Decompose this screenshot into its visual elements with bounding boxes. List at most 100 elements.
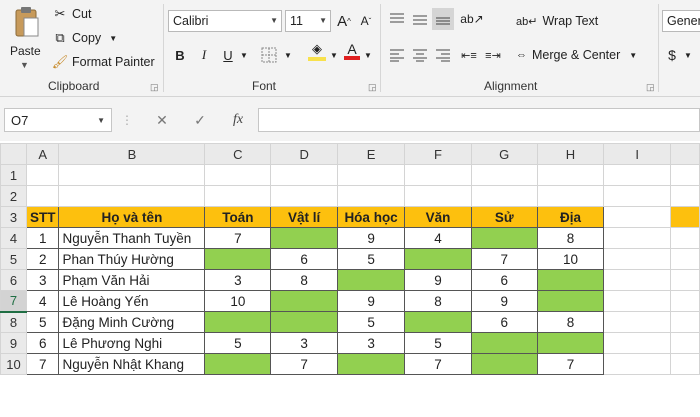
italic-button[interactable]: I	[194, 44, 214, 66]
score-cell[interactable]: 8	[536, 311, 605, 333]
row-header[interactable]: 5	[0, 248, 27, 270]
header-cell-stt[interactable]: STT	[25, 206, 60, 228]
cell[interactable]	[337, 164, 406, 186]
cell[interactable]	[670, 164, 700, 186]
score-cell[interactable]: 8	[536, 227, 605, 249]
score-cell[interactable]: 8	[270, 269, 339, 291]
fill-color-button[interactable]: ◈	[306, 40, 328, 62]
name-cell[interactable]: Nguyễn Nhật Khang	[58, 353, 206, 375]
header-cell-literature[interactable]: Văn	[404, 206, 472, 228]
header-cell-physics[interactable]: Vật lí	[270, 206, 339, 228]
orientation-button[interactable]: ab↗	[458, 8, 486, 30]
score-cell[interactable]: 5	[337, 311, 406, 333]
name-box[interactable]: O7 ▼	[4, 108, 112, 132]
score-cell[interactable]	[337, 353, 406, 375]
cell[interactable]	[270, 164, 339, 186]
column-header-extra[interactable]	[670, 143, 700, 165]
middle-align-button[interactable]	[409, 8, 431, 30]
font-name-combo[interactable]: Calibri ▼	[168, 10, 282, 32]
cell[interactable]	[603, 311, 672, 333]
cell[interactable]	[204, 164, 272, 186]
score-cell[interactable]	[270, 227, 339, 249]
cell[interactable]	[25, 185, 60, 207]
merge-center-button[interactable]: ⇔ Merge & Center ▼	[516, 44, 637, 66]
insert-function-button[interactable]: fx	[226, 110, 250, 130]
score-cell[interactable]: 7	[204, 227, 272, 249]
highlighted-cell[interactable]	[670, 206, 700, 228]
cancel-button[interactable]: ✕	[150, 110, 174, 130]
cell[interactable]	[536, 164, 605, 186]
copy-button[interactable]: ⧉ Copy ▼	[52, 28, 117, 48]
font-color-dropdown-icon[interactable]: ▼	[362, 44, 374, 66]
cell[interactable]	[670, 332, 700, 354]
cell[interactable]	[603, 353, 672, 375]
score-cell[interactable]	[204, 353, 272, 375]
score-cell[interactable]: 5	[25, 311, 60, 333]
cell[interactable]	[470, 185, 538, 207]
score-cell[interactable]: 10	[536, 248, 605, 270]
header-cell-geography[interactable]: Địa	[536, 206, 605, 228]
cell[interactable]	[670, 311, 700, 333]
top-align-button[interactable]	[386, 8, 408, 30]
name-cell[interactable]: Phan Thúy Hường	[58, 248, 206, 270]
cell[interactable]	[603, 248, 672, 270]
score-cell[interactable]: 3	[270, 332, 339, 354]
cell[interactable]	[404, 185, 472, 207]
score-cell[interactable]: 5	[204, 332, 272, 354]
row-header[interactable]: 4	[0, 227, 27, 249]
score-cell[interactable]: 8	[404, 290, 472, 312]
fill-color-dropdown-icon[interactable]: ▼	[328, 44, 340, 66]
align-right-button[interactable]	[432, 44, 454, 66]
underline-dropdown-icon[interactable]: ▼	[238, 44, 250, 66]
score-cell[interactable]: 7	[25, 353, 60, 375]
score-cell[interactable]: 7	[470, 248, 538, 270]
bottom-align-button[interactable]	[432, 8, 454, 30]
cell[interactable]	[670, 227, 700, 249]
cell[interactable]	[270, 185, 339, 207]
cell[interactable]	[670, 248, 700, 270]
score-cell[interactable]	[204, 248, 272, 270]
increase-indent-button[interactable]: ≡⇥	[482, 44, 504, 66]
score-cell[interactable]	[404, 248, 472, 270]
score-cell[interactable]	[337, 269, 406, 291]
format-painter-button[interactable]: 🖌 Format Painter	[52, 52, 155, 72]
cell[interactable]	[404, 164, 472, 186]
cell[interactable]	[603, 332, 672, 354]
header-cell-chemistry[interactable]: Hóa học	[337, 206, 406, 228]
score-cell[interactable]: 6	[270, 248, 339, 270]
column-header[interactable]: F	[404, 143, 472, 165]
align-center-button[interactable]	[409, 44, 431, 66]
score-cell[interactable]: 7	[404, 353, 472, 375]
column-header[interactable]: H	[536, 143, 605, 165]
row-header[interactable]: 8	[0, 311, 27, 333]
cell[interactable]	[337, 185, 406, 207]
score-cell[interactable]: 1	[25, 227, 60, 249]
score-cell[interactable]	[536, 290, 605, 312]
score-cell[interactable]	[470, 227, 538, 249]
currency-button[interactable]: $	[664, 44, 680, 66]
underline-button[interactable]: U	[218, 44, 238, 66]
score-cell[interactable]: 6	[470, 269, 538, 291]
select-all-corner[interactable]	[0, 143, 27, 165]
grow-font-button[interactable]: A ^	[334, 10, 354, 32]
font-color-button[interactable]: A	[342, 40, 362, 62]
score-cell[interactable]: 9	[337, 290, 406, 312]
score-cell[interactable]: 10	[204, 290, 272, 312]
score-cell[interactable]	[270, 290, 339, 312]
score-cell[interactable]	[270, 311, 339, 333]
score-cell[interactable]: 3	[204, 269, 272, 291]
cell[interactable]	[58, 164, 206, 186]
cell[interactable]	[670, 269, 700, 291]
score-cell[interactable]: 7	[536, 353, 605, 375]
enter-button[interactable]: ✓	[188, 110, 212, 130]
column-header[interactable]: B	[58, 143, 206, 165]
score-cell[interactable]	[536, 269, 605, 291]
cell[interactable]	[58, 185, 206, 207]
score-cell[interactable]: 9	[404, 269, 472, 291]
column-header[interactable]: E	[337, 143, 406, 165]
cell[interactable]	[25, 164, 60, 186]
header-cell-history[interactable]: Sử	[470, 206, 538, 228]
row-header[interactable]: 7	[0, 290, 27, 313]
paste-button[interactable]: Paste ▼	[6, 4, 46, 70]
header-cell-math[interactable]: Toán	[204, 206, 272, 228]
